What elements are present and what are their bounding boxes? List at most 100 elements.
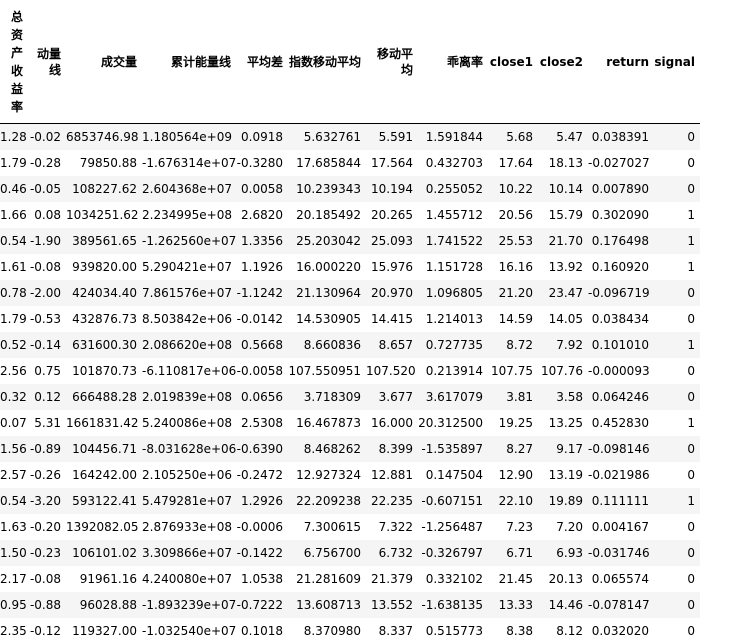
- cell-mean-diff: -0.7222: [236, 592, 288, 618]
- cell-momentum: -0.20: [26, 514, 66, 540]
- cell-signal: 0: [654, 618, 700, 643]
- cell-close1: 19.25: [488, 410, 538, 436]
- cell-close1: 21.45: [488, 566, 538, 592]
- cell-signal: 0: [654, 462, 700, 488]
- table-row: 0.54 -3.20 593122.41 5.479281e+07 1.2926 22.2…: [0, 488, 700, 514]
- cell-close2: 20.13: [538, 566, 588, 592]
- cell-mean-diff: -0.6390: [236, 436, 288, 462]
- cell-bias: 0.147504: [418, 462, 488, 488]
- cell-total-asset-return: 1.66: [0, 202, 26, 228]
- table-row: 0.46 -0.05 108227.62 2.604368e+07 0.0058 10.2…: [0, 176, 700, 202]
- cell-mean-diff: -0.2472: [236, 462, 288, 488]
- cell-ema: 8.660836: [288, 332, 366, 358]
- cell-volume: 389561.65: [66, 228, 142, 254]
- cell-obv: 2.604368e+07: [142, 176, 236, 202]
- cell-total-asset-return: 1.50: [0, 540, 26, 566]
- cell-obv: 2.019839e+08: [142, 384, 236, 410]
- cell-close1: 8.27: [488, 436, 538, 462]
- table-row: 2.57 -0.26 164242.00 2.105250e+06 -0.2472 12.…: [0, 462, 700, 488]
- cell-bias: 0.213914: [418, 358, 488, 384]
- cell-obv: -1.032540e+07: [142, 618, 236, 643]
- cell-ma: 22.235: [366, 488, 418, 514]
- cell-total-asset-return: 2.56: [0, 358, 26, 384]
- cell-ema: 22.209238: [288, 488, 366, 514]
- table-row: 1.61 -0.08 939820.00 5.290421e+07 1.1926 16.0…: [0, 254, 700, 280]
- cell-close1: 8.72: [488, 332, 538, 358]
- cell-ema: 10.239343: [288, 176, 366, 202]
- cell-close2: 18.13: [538, 150, 588, 176]
- cell-close1: 13.33: [488, 592, 538, 618]
- cell-signal: 0: [654, 150, 700, 176]
- cell-volume: 96028.88: [66, 592, 142, 618]
- cell-close2: 5.47: [538, 123, 588, 150]
- column-header-bias: 乖离率: [418, 0, 488, 124]
- cell-bias: 1.151728: [418, 254, 488, 280]
- table-row: 0.54 -1.90 389561.65 -1.262560e+07 1.3356 25.…: [0, 228, 700, 254]
- cell-ema: 7.300615: [288, 514, 366, 540]
- cell-bias: 1.591844: [418, 123, 488, 150]
- cell-ma: 8.657: [366, 332, 418, 358]
- table-row: 0.78 -2.00 424034.40 7.861576e+07 -1.1242 21.…: [0, 280, 700, 306]
- cell-ma: 20.970: [366, 280, 418, 306]
- cell-bias: 1.455712: [418, 202, 488, 228]
- cell-close1: 10.22: [488, 176, 538, 202]
- cell-bias: -0.326797: [418, 540, 488, 566]
- cell-total-asset-return: 2.57: [0, 462, 26, 488]
- cell-mean-diff: 0.0058: [236, 176, 288, 202]
- cell-ma: 10.194: [366, 176, 418, 202]
- cell-ma: 3.677: [366, 384, 418, 410]
- cell-signal: 0: [654, 176, 700, 202]
- cell-signal: 0: [654, 306, 700, 332]
- cell-momentum: 5.31: [26, 410, 66, 436]
- cell-ema: 8.370980: [288, 618, 366, 643]
- cell-signal: 0: [654, 540, 700, 566]
- cell-ema: 14.530905: [288, 306, 366, 332]
- cell-volume: 106101.02: [66, 540, 142, 566]
- cell-ema: 17.685844: [288, 150, 366, 176]
- cell-ma: 13.552: [366, 592, 418, 618]
- cell-bias: 3.617079: [418, 384, 488, 410]
- cell-close2: 9.17: [538, 436, 588, 462]
- table-row: 1.28 -0.02 6853746.98 1.180564e+09 0.0918 5.6…: [0, 123, 700, 150]
- cell-ema: 16.467873: [288, 410, 366, 436]
- cell-volume: 119327.00: [66, 618, 142, 643]
- cell-total-asset-return: 1.61: [0, 254, 26, 280]
- cell-mean-diff: -0.0142: [236, 306, 288, 332]
- cell-momentum: -3.20: [26, 488, 66, 514]
- cell-ema: 3.718309: [288, 384, 366, 410]
- cell-return: 0.302090: [588, 202, 654, 228]
- cell-ema: 20.185492: [288, 202, 366, 228]
- cell-return: 0.038391: [588, 123, 654, 150]
- cell-momentum: -0.08: [26, 566, 66, 592]
- cell-signal: 1: [654, 228, 700, 254]
- cell-signal: 1: [654, 332, 700, 358]
- cell-obv: -1.676314e+07: [142, 150, 236, 176]
- cell-ma: 17.564: [366, 150, 418, 176]
- table-row: 0.52 -0.14 631600.30 2.086620e+08 0.5668 8.66…: [0, 332, 700, 358]
- cell-signal: 0: [654, 566, 700, 592]
- cell-obv: 2.234995e+08: [142, 202, 236, 228]
- cell-obv: 5.479281e+07: [142, 488, 236, 514]
- cell-momentum: -1.90: [26, 228, 66, 254]
- cell-momentum: -0.02: [26, 123, 66, 150]
- cell-ma: 20.265: [366, 202, 418, 228]
- cell-return: 0.038434: [588, 306, 654, 332]
- column-header-signal: signal: [654, 0, 700, 124]
- cell-close1: 22.10: [488, 488, 538, 514]
- table-row: 0.32 0.12 666488.28 2.019839e+08 0.0656 3.718…: [0, 384, 700, 410]
- cell-volume: 631600.30: [66, 332, 142, 358]
- cell-obv: 5.240086e+08: [142, 410, 236, 436]
- cell-ema: 13.608713: [288, 592, 366, 618]
- cell-mean-diff: 0.0656: [236, 384, 288, 410]
- cell-ma: 6.732: [366, 540, 418, 566]
- cell-return: -0.098146: [588, 436, 654, 462]
- cell-momentum: -0.23: [26, 540, 66, 566]
- cell-close1: 12.90: [488, 462, 538, 488]
- cell-mean-diff: -0.0058: [236, 358, 288, 384]
- cell-close1: 20.56: [488, 202, 538, 228]
- cell-close1: 25.53: [488, 228, 538, 254]
- cell-close2: 13.25: [538, 410, 588, 436]
- cell-volume: 101870.73: [66, 358, 142, 384]
- column-header-return: return: [588, 0, 654, 124]
- cell-total-asset-return: 0.78: [0, 280, 26, 306]
